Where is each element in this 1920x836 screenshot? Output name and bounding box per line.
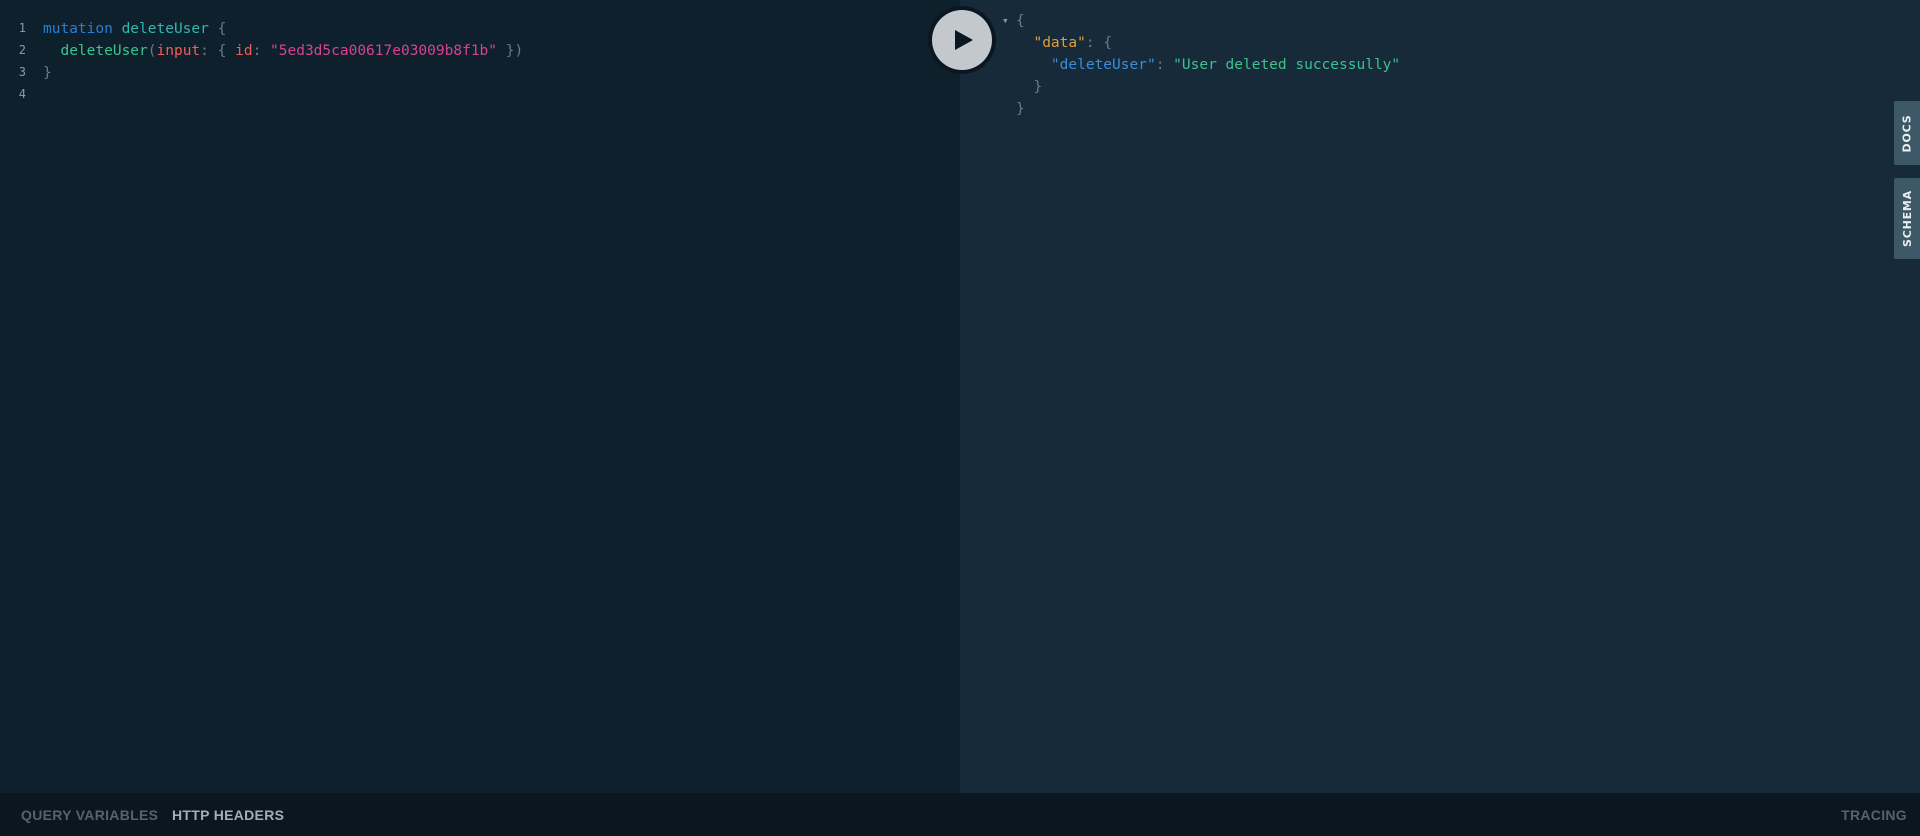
- code-token: }: [1016, 101, 1025, 117]
- code-token: "User deleted successully": [1173, 57, 1401, 73]
- code-token: "data": [1033, 35, 1086, 51]
- code-token: }: [43, 65, 52, 81]
- code-token: "deleteUser": [1050, 57, 1156, 73]
- code-token: }: [1033, 79, 1043, 95]
- bottom-bar: QUERY VARIABLES HTTP HEADERS TRACING: [0, 793, 1920, 836]
- code-token: {: [1016, 13, 1025, 29]
- code-token: }): [497, 43, 524, 59]
- code-token: :: [252, 43, 271, 59]
- code-token: :: [1155, 57, 1174, 73]
- query-variables-tab[interactable]: QUERY VARIABLES: [21, 807, 158, 823]
- schema-tab[interactable]: SCHEMA: [1894, 178, 1920, 259]
- code-token: : {: [1085, 35, 1113, 51]
- result-line: "deleteUser": "User deleted successully": [1016, 54, 1400, 76]
- code-line: deleteUser(input: { id: "5ed3d5ca00617e0…: [43, 40, 523, 62]
- schema-tab-label: SCHEMA: [1900, 190, 1914, 247]
- docs-tab[interactable]: DOCS: [1894, 101, 1920, 165]
- tracing-tab[interactable]: TRACING: [1841, 807, 1907, 823]
- result-line: }: [1016, 76, 1042, 98]
- code-line: }: [43, 62, 52, 84]
- line-number: 4: [18, 87, 26, 101]
- result-line: }: [1016, 98, 1025, 120]
- line-number: 1: [18, 21, 26, 35]
- code-token: deleteUser: [121, 21, 209, 37]
- docs-tab-label: DOCS: [1900, 114, 1914, 152]
- play-icon: [955, 30, 973, 50]
- run-button-face[interactable]: [932, 10, 992, 70]
- code-token: mutation: [43, 21, 113, 37]
- chevron-down-icon[interactable]: ▾: [1002, 10, 1009, 32]
- code-token: (: [147, 43, 157, 59]
- code-line: mutation deleteUser {: [43, 18, 226, 40]
- result-line: {: [1016, 10, 1025, 32]
- line-number: 3: [18, 65, 26, 79]
- code-token: id: [235, 43, 253, 59]
- line-number: 2: [18, 43, 26, 57]
- code-token: input: [156, 43, 201, 59]
- result-panel: ▾ { "data": { "deleteUser": "User deleted…: [960, 0, 1920, 793]
- code-token: {: [208, 21, 227, 37]
- query-editor[interactable]: 1 mutation deleteUser {2 deleteUser(input…: [0, 0, 960, 793]
- code-token: deleteUser: [60, 43, 148, 59]
- result-line: "data": {: [1016, 32, 1112, 54]
- code-token: "5ed3d5ca00617e03009b8f1b": [270, 43, 498, 59]
- code-token: : {: [200, 43, 236, 59]
- http-headers-tab[interactable]: HTTP HEADERS: [172, 807, 284, 823]
- run-query-button[interactable]: [928, 6, 996, 74]
